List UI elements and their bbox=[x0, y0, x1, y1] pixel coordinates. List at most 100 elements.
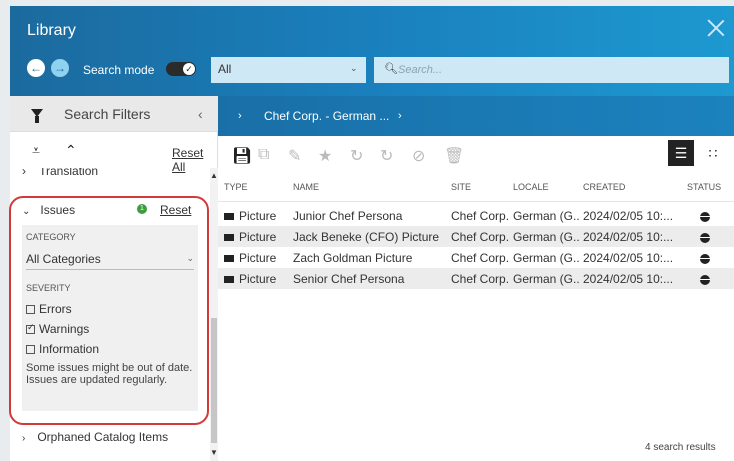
type-select-value: All bbox=[218, 62, 232, 76]
collapse-panel-icon[interactable]: ‹ bbox=[198, 106, 203, 122]
grid-view-icon[interactable]: ∷ bbox=[700, 140, 726, 166]
copy-icon[interactable]: ⧉ bbox=[258, 146, 269, 164]
translation-label: Translation bbox=[39, 168, 99, 178]
cell-locale: German (G... bbox=[513, 272, 579, 286]
table-row[interactable]: Picture Senior Chef Persona Chef Corp. G… bbox=[218, 268, 734, 289]
errors-checkbox[interactable]: Errors bbox=[26, 302, 72, 316]
cell-name: Senior Chef Persona bbox=[293, 272, 405, 286]
col-created[interactable]: CREATED bbox=[583, 182, 625, 192]
scroll-down-icon[interactable]: ▼ bbox=[210, 448, 218, 457]
cell-created: 2024/02/05 10:... bbox=[583, 272, 673, 286]
severity-label: SEVERITY bbox=[26, 283, 71, 293]
picture-icon bbox=[224, 276, 234, 283]
sync-check-icon[interactable]: ↻ bbox=[380, 146, 393, 166]
picture-icon bbox=[224, 255, 234, 262]
issues-note: Some issues might be out of date. Issues… bbox=[26, 362, 193, 386]
col-name[interactable]: NAME bbox=[293, 182, 319, 192]
collapse-all-icon[interactable]: ⌃ bbox=[65, 142, 77, 159]
chevron-right-icon: › bbox=[22, 433, 26, 444]
chevron-right-icon: › bbox=[22, 168, 26, 178]
cell-locale: German (G... bbox=[513, 209, 579, 223]
breadcrumb: › Chef Corp. - German ... › bbox=[218, 96, 734, 136]
forward-arrow-icon[interactable]: → bbox=[51, 59, 69, 77]
filters-header: Search Filters ‹ bbox=[10, 96, 218, 132]
cell-created: 2024/02/05 10:... bbox=[583, 230, 673, 244]
list-view-icon[interactable]: ☰ bbox=[668, 140, 694, 166]
table-row[interactable]: Picture Junior Chef Persona Chef Corp. G… bbox=[218, 205, 734, 226]
table-row[interactable]: Picture Jack Beneke (CFO) Picture Chef C… bbox=[218, 226, 734, 247]
warnings-label: Warnings bbox=[39, 322, 90, 336]
status-globe-icon bbox=[700, 233, 710, 243]
chevron-down-icon: ⌄ bbox=[186, 253, 194, 263]
withdraw-icon[interactable]: ⊘ bbox=[412, 146, 425, 166]
col-site[interactable]: SITE bbox=[451, 182, 471, 192]
scroll-up-icon[interactable]: ▲ bbox=[210, 171, 218, 180]
cell-site: Chef Corp. bbox=[451, 272, 510, 286]
cell-locale: German (G... bbox=[513, 230, 579, 244]
category-value: All Categories bbox=[26, 252, 101, 266]
issues-reset-link[interactable]: Reset bbox=[160, 203, 191, 217]
cell-type: Picture bbox=[239, 209, 277, 223]
errors-label: Errors bbox=[39, 302, 72, 316]
scroll-thumb[interactable] bbox=[211, 318, 217, 443]
col-locale[interactable]: LOCALE bbox=[513, 182, 549, 192]
table-row[interactable]: Picture Zach Goldman Picture Chef Corp. … bbox=[218, 247, 734, 268]
chevron-down-icon: ⌄ bbox=[350, 63, 358, 73]
search-mode-toggle[interactable]: ✓ bbox=[166, 62, 196, 76]
information-checkbox[interactable]: Information bbox=[26, 342, 99, 356]
filter-orphaned-catalog-items[interactable]: › Orphaned Catalog Items bbox=[22, 430, 168, 444]
category-label: CATEGORY bbox=[26, 232, 76, 242]
cell-site: Chef Corp. bbox=[451, 230, 510, 244]
col-type[interactable]: TYPE bbox=[224, 182, 248, 192]
search-input[interactable] bbox=[398, 61, 718, 79]
filters-scrollbar[interactable]: ▲ ▼ bbox=[210, 168, 218, 461]
filters-title: Search Filters bbox=[64, 106, 151, 122]
filters-scroll-area: › Translation ⌄ Issues 1 Reset CATEGORY A… bbox=[10, 168, 218, 461]
picture-icon bbox=[224, 234, 234, 241]
chevron-right-icon: › bbox=[238, 110, 242, 122]
information-label: Information bbox=[39, 342, 100, 356]
chevron-down-icon: ⌄ bbox=[22, 206, 31, 217]
cell-name: Junior Chef Persona bbox=[293, 209, 403, 223]
close-icon[interactable] bbox=[706, 18, 726, 38]
search-results-count: 4 search results bbox=[645, 442, 716, 453]
warnings-checkbox[interactable]: Warnings bbox=[26, 322, 89, 336]
cell-type: Picture bbox=[239, 251, 277, 265]
cell-created: 2024/02/05 10:... bbox=[583, 251, 673, 265]
edit-icon[interactable]: ✎ bbox=[288, 146, 301, 166]
results-toolbar: 💾︎ ⧉ ✎ ★ ↻ ↻ ⊘ 🗑︎ ☰ ∷ bbox=[218, 136, 734, 172]
table-header: TYPE NAME SITE LOCALE CREATED STATUS bbox=[218, 172, 734, 202]
issues-body: CATEGORY All Categories ⌄ SEVERITY Error… bbox=[22, 225, 198, 411]
cell-site: Chef Corp. bbox=[451, 209, 510, 223]
star-icon[interactable]: ★ bbox=[318, 146, 332, 166]
trash-icon[interactable]: 🗑︎ bbox=[444, 146, 464, 166]
cell-type: Picture bbox=[239, 272, 277, 286]
save-icon[interactable]: 💾︎ bbox=[232, 146, 252, 166]
search-icon: 🔍︎ bbox=[384, 63, 398, 75]
checkbox-icon bbox=[26, 345, 35, 354]
col-status[interactable]: STATUS bbox=[687, 182, 721, 192]
back-arrow-icon[interactable]: ← bbox=[27, 59, 45, 77]
search-box[interactable]: 🔍︎ bbox=[374, 57, 729, 83]
cell-type: Picture bbox=[239, 230, 277, 244]
chevron-right-icon[interactable]: › bbox=[398, 110, 402, 122]
filter-translation[interactable]: › Translation bbox=[22, 168, 98, 178]
library-window: Library ← → Search mode ✓ All ⌄ 🔍︎ Searc… bbox=[10, 6, 734, 461]
picture-icon bbox=[224, 213, 234, 220]
breadcrumb-item[interactable]: Chef Corp. - German ... bbox=[264, 109, 389, 123]
window-title: Library bbox=[27, 22, 76, 39]
expand-all-icon[interactable]: ⩡ bbox=[32, 142, 40, 159]
issues-count-badge: 1 bbox=[137, 204, 147, 214]
orphaned-label: Orphaned Catalog Items bbox=[37, 430, 169, 444]
search-filters-panel: Search Filters ‹ ⩡ ⌃ Reset All › Transla… bbox=[10, 96, 218, 461]
issues-toggle[interactable]: ⌄ Issues bbox=[22, 203, 75, 217]
cell-locale: German (G... bbox=[513, 251, 579, 265]
library-header: Library ← → Search mode ✓ All ⌄ 🔍︎ bbox=[10, 6, 734, 96]
category-select[interactable]: All Categories ⌄ bbox=[26, 252, 194, 270]
check-icon: ✓ bbox=[183, 63, 195, 75]
sync-icon[interactable]: ↻ bbox=[350, 146, 363, 166]
search-mode-label: Search mode bbox=[83, 63, 155, 77]
type-select[interactable]: All ⌄ bbox=[211, 57, 366, 83]
cell-site: Chef Corp. bbox=[451, 251, 510, 265]
cell-created: 2024/02/05 10:... bbox=[583, 209, 673, 223]
